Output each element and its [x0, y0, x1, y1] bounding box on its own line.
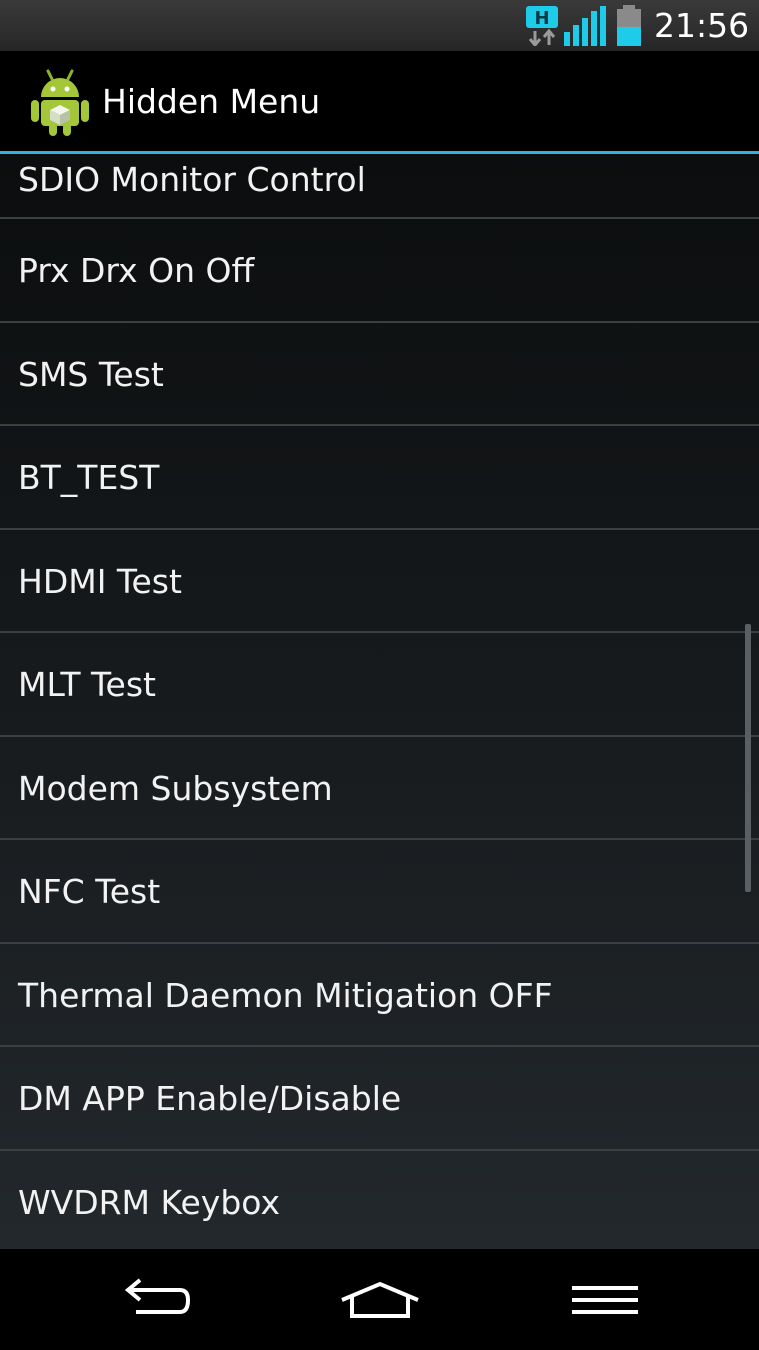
- battery-icon: [617, 5, 641, 46]
- back-button[interactable]: [104, 1271, 204, 1329]
- list-item-label: Modem Subsystem: [18, 769, 333, 808]
- list-item-label: DM APP Enable/Disable: [18, 1079, 402, 1118]
- list-item[interactable]: Prx Drx On Off: [0, 219, 759, 323]
- network-type-label: H: [534, 8, 549, 29]
- list-item[interactable]: Thermal Daemon Mitigation OFF: [0, 944, 759, 1047]
- list-item-label: BT_TEST: [18, 458, 160, 497]
- list-item-label: Thermal Daemon Mitigation OFF: [18, 976, 553, 1015]
- list-item-label: MLT Test: [18, 665, 156, 704]
- list-item[interactable]: DM APP Enable/Disable: [0, 1047, 759, 1151]
- status-bar: H 21:56: [0, 0, 759, 51]
- home-button[interactable]: [330, 1271, 430, 1329]
- home-icon: [341, 1281, 419, 1318]
- list-item[interactable]: NFC Test: [0, 840, 759, 944]
- signal-bars-icon: [564, 6, 606, 46]
- scrollbar-thumb[interactable]: [745, 624, 751, 892]
- navigation-bar: [0, 1249, 759, 1350]
- list-item-label: HDMI Test: [18, 562, 182, 601]
- page-title: Hidden Menu: [102, 82, 321, 121]
- list-item-label: SMS Test: [18, 355, 164, 394]
- list-item[interactable]: Modem Subsystem: [0, 737, 759, 840]
- list-item[interactable]: HDMI Test: [0, 530, 759, 633]
- hidden-menu-list[interactable]: SDIO Monitor Control Prx Drx On Off SMS …: [0, 154, 759, 1249]
- list-item[interactable]: WVDRM Keybox: [0, 1151, 759, 1249]
- menu-button[interactable]: [555, 1271, 655, 1329]
- android-app-icon[interactable]: [28, 67, 92, 137]
- list-item-label: SDIO Monitor Control: [18, 160, 366, 199]
- list-item[interactable]: SMS Test: [0, 323, 759, 426]
- action-bar: Hidden Menu: [0, 51, 759, 151]
- list-item[interactable]: MLT Test: [0, 633, 759, 737]
- list-item[interactable]: BT_TEST: [0, 426, 759, 530]
- list-item-label: Prx Drx On Off: [18, 251, 255, 290]
- list-item-label: NFC Test: [18, 872, 161, 911]
- status-time: 21:56: [654, 6, 750, 45]
- hspa-network-icon: H: [526, 6, 558, 46]
- list-item-label: WVDRM Keybox: [18, 1183, 280, 1222]
- list-item[interactable]: SDIO Monitor Control: [0, 154, 759, 219]
- menu-icon: [572, 1286, 638, 1314]
- back-arrow-icon: [124, 1278, 191, 1314]
